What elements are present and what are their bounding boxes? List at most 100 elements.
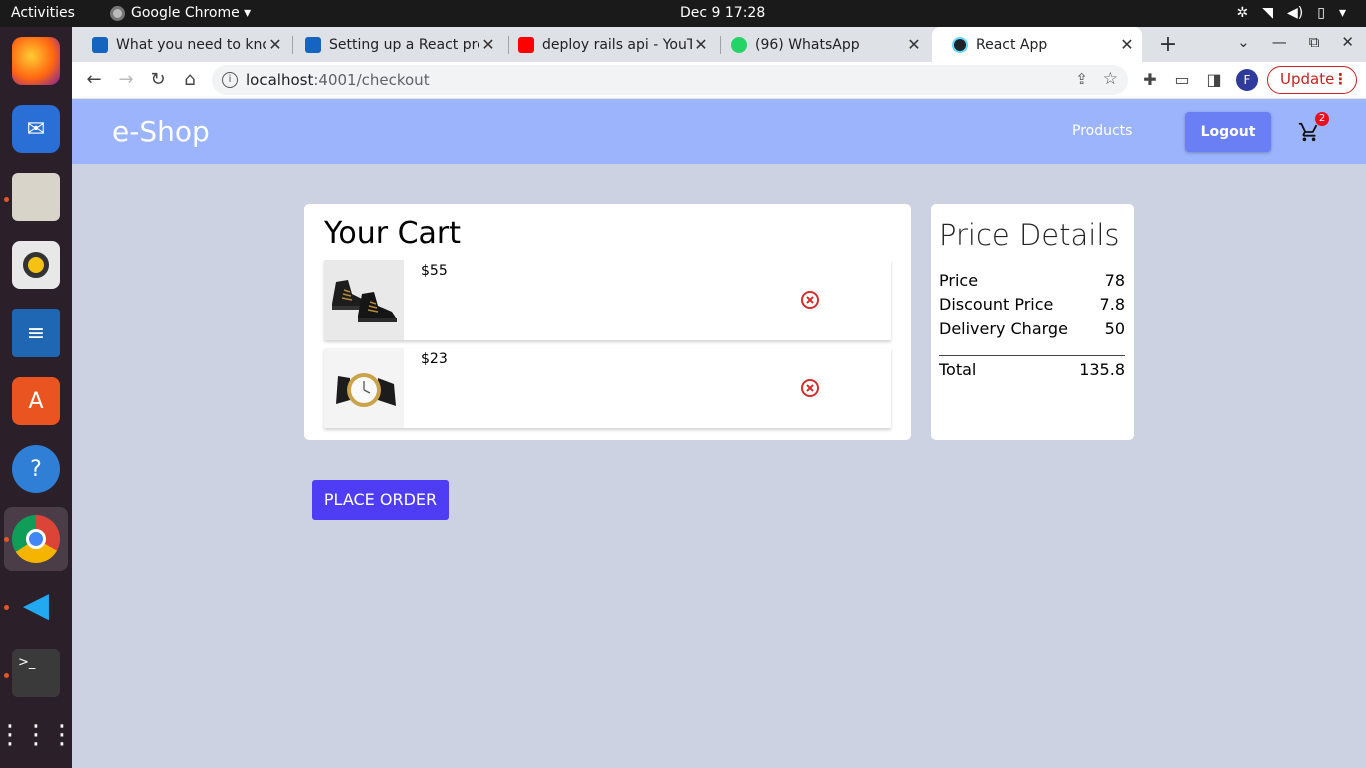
discount-row: Discount Price 7.8 <box>939 295 1125 314</box>
url-text: localhost:4001/checkout <box>246 71 430 89</box>
tab-strip: What you need to kno ✕ Setting up a Reac… <box>72 27 1366 62</box>
chevron-down-icon[interactable]: ⌄ <box>1237 33 1250 51</box>
react-icon <box>952 36 968 53</box>
total-label: Total <box>939 360 977 379</box>
delivery-row: Delivery Charge 50 <box>939 319 1125 338</box>
system-top-bar: Activities Google Chrome ▾ Dec 9 17:28 ✲… <box>0 0 1366 27</box>
new-tab-icon[interactable]: + <box>1157 32 1179 57</box>
close-window-icon[interactable]: ✕ <box>1341 33 1354 51</box>
cart-item: $55 <box>324 260 891 340</box>
price-row: Price 78 <box>939 271 1125 290</box>
remove-item-icon[interactable] <box>800 378 820 398</box>
tab-title: Setting up a React pro <box>329 36 479 53</box>
writer-icon[interactable]: ≡ <box>12 309 60 357</box>
battery-icon: ▯ <box>1317 5 1325 21</box>
window-controls: ⌄ — ⧉ ✕ <box>1237 33 1354 51</box>
price-label: Price <box>939 271 979 290</box>
thunderbird-icon[interactable]: ✉ <box>12 105 60 153</box>
cart-count-badge: 2 <box>1315 112 1329 126</box>
item-price: $55 <box>421 263 448 279</box>
remove-item-icon[interactable] <box>800 290 820 310</box>
system-tray[interactable]: ✲ ◥ ◀) ▯ ▾ <box>1237 5 1347 21</box>
update-button[interactable]: Update ⋮ <box>1267 66 1357 94</box>
whatsapp-icon <box>731 36 747 53</box>
wristwatch-image <box>324 348 404 428</box>
reload-icon[interactable]: ↻ <box>146 68 170 92</box>
power-menu-icon: ▾ <box>1338 5 1346 21</box>
network-activity-icon: ✲ <box>1236 5 1249 21</box>
cart-item: $23 <box>324 348 891 428</box>
close-icon[interactable]: ✕ <box>905 35 923 54</box>
item-price: $23 <box>421 351 448 367</box>
cast-icon[interactable]: ▭ <box>1172 70 1192 89</box>
volume-icon: ◀) <box>1287 5 1304 21</box>
restore-icon[interactable]: ⧉ <box>1309 33 1320 51</box>
activities-button[interactable]: Activities <box>11 5 75 21</box>
side-panel-icon[interactable]: ◨ <box>1204 70 1224 89</box>
products-link[interactable]: Products <box>1072 123 1132 139</box>
vscode-icon[interactable]: ◀ <box>12 581 60 629</box>
wifi-icon: ◥ <box>1262 5 1274 21</box>
chrome-icon <box>110 5 125 21</box>
tab-2[interactable]: Setting up a React pro ✕ <box>285 27 503 62</box>
dock: ✉ ≡ A ? ◀ >_ ⋮⋮⋮ <box>0 27 75 768</box>
app-navbar: e-Shop Products Logout 2 <box>72 99 1366 164</box>
price-details-card: Price Details Price 78 Discount Price 7.… <box>931 204 1134 440</box>
price-details-title: Price Details <box>939 218 1120 252</box>
youtube-icon <box>518 36 534 53</box>
video-favicon <box>305 36 321 53</box>
close-icon[interactable]: ✕ <box>1118 35 1136 54</box>
software-center-icon[interactable]: A <box>12 377 60 425</box>
running-indicator <box>4 537 9 542</box>
total-value: 135.8 <box>1079 360 1125 379</box>
show-apps-icon[interactable]: ⋮⋮⋮ <box>0 711 75 759</box>
tab-4[interactable]: (96) WhatsApp ✕ <box>711 27 929 62</box>
running-indicator <box>4 605 9 610</box>
delivery-value: 50 <box>1104 319 1125 338</box>
logout-button[interactable]: Logout <box>1185 112 1271 152</box>
app-menu[interactable]: Google Chrome ▾ <box>110 5 251 21</box>
files-icon[interactable] <box>12 173 60 221</box>
running-indicator <box>4 197 9 202</box>
running-indicator <box>4 673 9 678</box>
update-label: Update <box>1280 70 1335 88</box>
bookmark-star-icon[interactable]: ☆ <box>1103 69 1118 89</box>
discount-value: 7.8 <box>1099 295 1125 314</box>
place-order-button[interactable]: PLACE ORDER <box>312 480 449 520</box>
home-icon[interactable]: ⌂ <box>178 68 202 92</box>
tab-react-app[interactable]: React App ✕ <box>932 27 1142 62</box>
minimize-icon[interactable]: — <box>1272 33 1287 51</box>
more-menu-icon[interactable]: ⋮ <box>1333 67 1348 92</box>
youtube-video-favicon <box>92 36 108 53</box>
clock[interactable]: Dec 9 17:28 <box>680 5 765 21</box>
delivery-label: Delivery Charge <box>939 319 1068 338</box>
forward-arrow-icon[interactable]: → <box>114 68 138 92</box>
rhythmbox-icon[interactable] <box>12 241 60 289</box>
brand-logo[interactable]: e-Shop <box>112 115 210 148</box>
tab-1[interactable]: What you need to kno ✕ <box>72 27 290 62</box>
divider <box>939 355 1125 356</box>
terminal-icon[interactable]: >_ <box>12 649 60 697</box>
back-arrow-icon[interactable]: ← <box>82 68 106 92</box>
browser-toolbar: ← → ↻ ⌂ i localhost:4001/checkout ⇪ ☆ ✚ … <box>72 62 1366 99</box>
app-menu-label: Google Chrome ▾ <box>131 5 252 21</box>
close-icon[interactable]: ✕ <box>692 35 710 54</box>
tab-title: React App <box>976 36 1048 53</box>
discount-label: Discount Price <box>939 295 1054 314</box>
tab-title: deploy rails api - YouTu <box>542 36 692 53</box>
help-icon[interactable]: ? <box>12 445 60 493</box>
tab-title: What you need to kno <box>116 36 266 53</box>
firefox-icon[interactable] <box>12 37 60 85</box>
price-value: 78 <box>1104 271 1125 290</box>
tab-title: (96) WhatsApp <box>755 36 860 53</box>
address-bar[interactable]: i localhost:4001/checkout ⇪ ☆ <box>212 65 1128 95</box>
chrome-dock-icon[interactable] <box>12 515 60 563</box>
close-icon[interactable]: ✕ <box>266 35 284 54</box>
extensions-puzzle-icon[interactable]: ✚ <box>1140 70 1160 89</box>
close-icon[interactable]: ✕ <box>479 35 497 54</box>
share-icon[interactable]: ⇪ <box>1075 70 1088 88</box>
profile-avatar[interactable]: F <box>1236 69 1258 91</box>
tab-3[interactable]: deploy rails api - YouTu ✕ <box>498 27 716 62</box>
site-info-icon[interactable]: i <box>222 72 238 88</box>
url-path: :4001/checkout <box>313 71 430 89</box>
